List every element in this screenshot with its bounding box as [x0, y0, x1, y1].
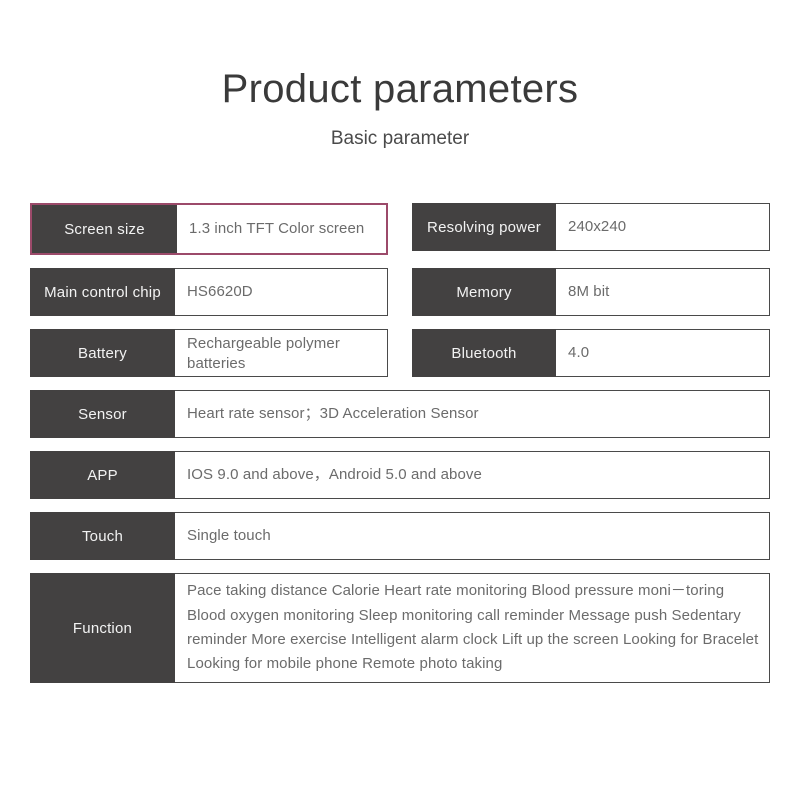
spec-value-bluetooth: 4.0: [556, 329, 770, 377]
spec-row-memory: Memory 8M bit: [412, 268, 770, 316]
spec-value-battery: Rechargeable polymer batteries: [175, 329, 388, 377]
spec-row-function: Function Pace taking distance Calorie He…: [30, 573, 770, 683]
spec-label-main-control-chip: Main control chip: [30, 268, 175, 316]
spec-value-main-control-chip: HS6620D: [175, 268, 388, 316]
spec-label-app: APP: [30, 451, 175, 499]
spec-label-resolving-power: Resolving power: [412, 203, 556, 251]
spec-value-resolving-power: 240x240: [556, 203, 770, 251]
spec-row-resolving-power: Resolving power 240x240: [412, 203, 770, 255]
page-subtitle: Basic parameter: [330, 128, 470, 149]
spec-label-screen-size: Screen size: [32, 205, 177, 253]
spec-label-memory: Memory: [412, 268, 556, 316]
spec-value-app: IOS 9.0 and above，Android 5.0 and above: [175, 451, 770, 499]
spec-row-main-control-chip: Main control chip HS6620D: [30, 268, 388, 316]
spec-value-sensor: Heart rate sensor；3D Acceleration Sensor: [175, 390, 770, 438]
spec-row-sensor: Sensor Heart rate sensor；3D Acceleration…: [30, 390, 770, 438]
page-title: Product parameters: [221, 67, 579, 111]
spec-label-touch: Touch: [30, 512, 175, 560]
spec-row-bluetooth: Bluetooth 4.0: [412, 329, 770, 377]
product-parameters-page: Product parameters Basic parameter Scree…: [0, 0, 800, 800]
spec-label-function: Function: [30, 573, 175, 683]
spec-row-touch: Touch Single touch: [30, 512, 770, 560]
spec-value-screen-size: 1.3 inch TFT Color screen: [177, 205, 386, 253]
spec-row-screen-size: Screen size 1.3 inch TFT Color screen: [30, 203, 388, 255]
spec-value-touch: Single touch: [175, 512, 770, 560]
spec-row-group-3: Battery Rechargeable polymer batteries B…: [30, 329, 770, 377]
spec-row-app: APP IOS 9.0 and above，Android 5.0 and ab…: [30, 451, 770, 499]
spec-label-sensor: Sensor: [30, 390, 175, 438]
spec-value-function-text: Pace taking distance Calorie Heart rate …: [187, 582, 759, 673]
spec-label-battery: Battery: [30, 329, 175, 377]
spec-value-function: Pace taking distance Calorie Heart rate …: [175, 573, 770, 683]
spec-value-memory: 8M bit: [556, 268, 770, 316]
spec-table: Screen size 1.3 inch TFT Color screen Re…: [30, 203, 770, 696]
spec-row-group-1: Screen size 1.3 inch TFT Color screen Re…: [30, 203, 770, 255]
spec-row-group-2: Main control chip HS6620D Memory 8M bit: [30, 268, 770, 316]
spec-label-bluetooth: Bluetooth: [412, 329, 556, 377]
spec-row-battery: Battery Rechargeable polymer batteries: [30, 329, 388, 377]
